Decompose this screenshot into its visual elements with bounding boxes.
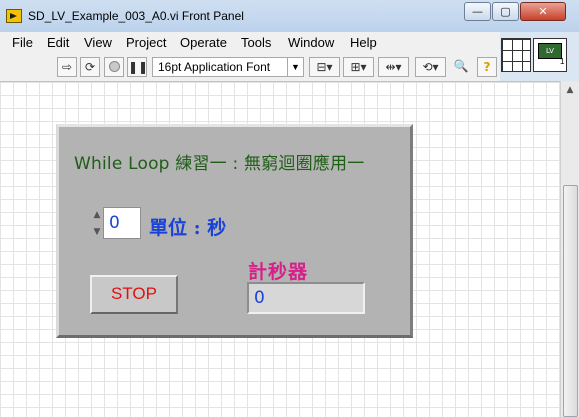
menu-file[interactable]: File	[12, 35, 33, 50]
title-bar[interactable]: SD_LV_Example_003_A0.vi Front Panel — ▢ …	[0, 0, 579, 32]
font-select[interactable]: 16pt Application Font ▼	[152, 57, 304, 77]
scroll-thumb[interactable]	[563, 185, 578, 417]
resize-objects-icon[interactable]: ⇹▾	[378, 57, 409, 77]
stop-button[interactable]: STOP	[90, 275, 178, 314]
chevron-down-icon: ▼	[287, 58, 303, 76]
labview-glyph-icon: LV	[538, 43, 562, 59]
menu-window[interactable]: Window	[288, 35, 334, 50]
increment-arrow-icon[interactable]: ▲	[90, 207, 104, 224]
close-button[interactable]: ✕	[520, 2, 566, 21]
distribute-objects-icon[interactable]: ⊞▾	[343, 57, 374, 77]
timer-indicator: 0	[247, 282, 365, 314]
align-objects-icon[interactable]: ⊟▾	[309, 57, 340, 77]
vertical-scrollbar[interactable]: ▲	[560, 81, 579, 417]
connector-pane[interactable]	[501, 38, 531, 72]
run-continuous-icon[interactable]: ⟳	[80, 57, 100, 77]
timer-label: 計秒器	[248, 261, 309, 283]
unit-label: 單位 : 秒	[149, 217, 227, 239]
menu-tools[interactable]: Tools	[241, 35, 271, 50]
menu-project[interactable]: Project	[126, 35, 166, 50]
pause-icon[interactable]: ❚❚	[127, 57, 148, 77]
maximize-button[interactable]: ▢	[492, 2, 519, 21]
menu-help[interactable]: Help	[350, 35, 377, 50]
search-icon[interactable]: 🔍	[450, 57, 472, 77]
menu-bar: File Edit View Project Operate Tools Win…	[0, 32, 500, 53]
vi-icon[interactable]: LV 1	[533, 38, 567, 72]
labview-app-icon	[6, 9, 22, 23]
menu-view[interactable]: View	[84, 35, 112, 50]
font-select-value: 16pt Application Font	[158, 60, 271, 74]
run-arrow-icon[interactable]: ⇨	[57, 57, 77, 77]
scroll-up-arrow-icon[interactable]: ▲	[563, 83, 577, 97]
abort-icon[interactable]	[104, 57, 124, 77]
menu-edit[interactable]: Edit	[47, 35, 69, 50]
minimize-button[interactable]: —	[464, 2, 491, 21]
panel-title: While Loop 練習一 : 無窮迴圈應用一	[74, 154, 365, 174]
window-title: SD_LV_Example_003_A0.vi Front Panel	[28, 9, 244, 23]
help-icon[interactable]: ?	[477, 57, 497, 77]
reorder-icon[interactable]: ⟲▾	[415, 57, 446, 77]
numeric-stepper[interactable]: ▲ ▼	[90, 207, 104, 241]
vi-icon-number: 1	[560, 57, 565, 66]
seconds-numeric-control[interactable]: 0	[103, 207, 141, 239]
menu-operate[interactable]: Operate	[180, 35, 227, 50]
toolbar: ⇨ ⟳ ❚❚ 16pt Application Font ▼ ⊟▾ ⊞▾ ⇹▾ …	[0, 53, 500, 81]
labview-window: SD_LV_Example_003_A0.vi Front Panel — ▢ …	[0, 0, 579, 417]
decrement-arrow-icon[interactable]: ▼	[90, 224, 104, 241]
